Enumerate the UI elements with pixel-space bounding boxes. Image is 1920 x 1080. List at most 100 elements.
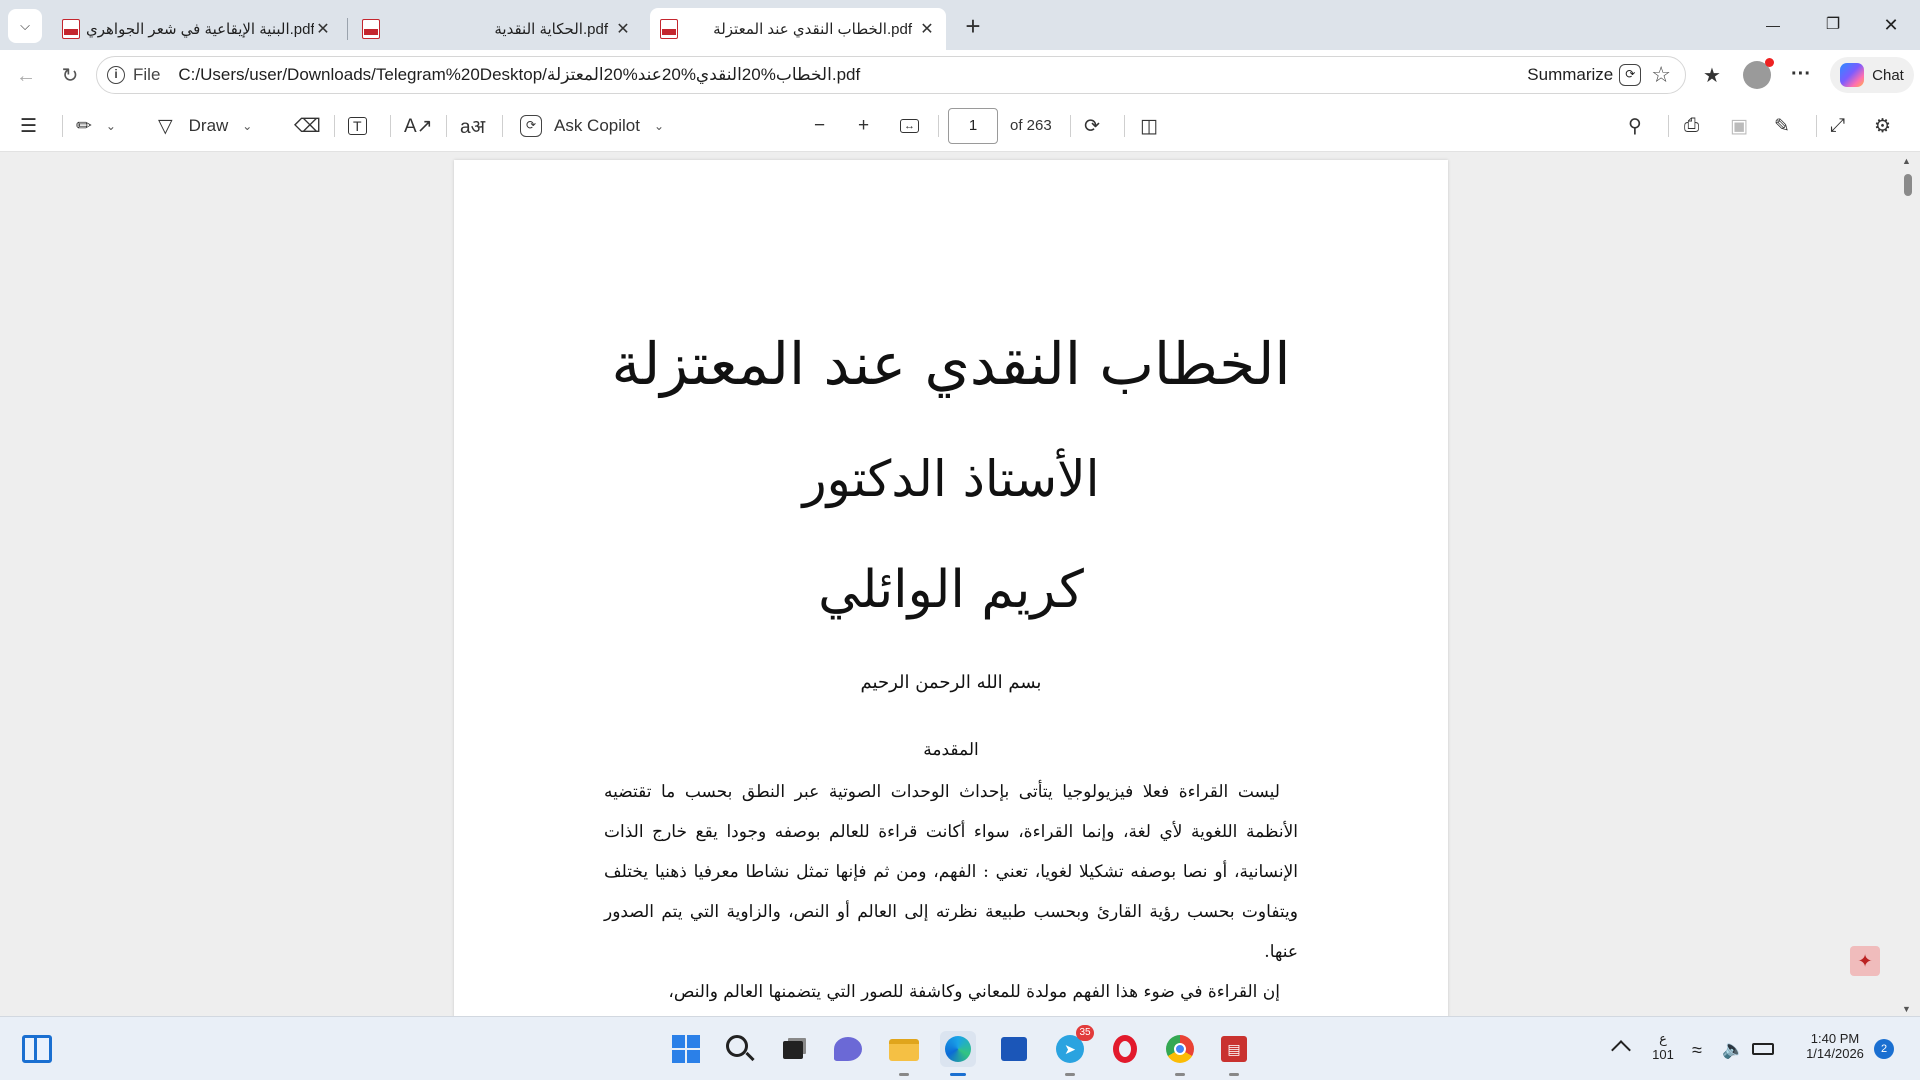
ask-copilot-button[interactable]: ⟳ Ask Copilot ⌄ bbox=[520, 112, 664, 140]
favorites-icon[interactable]: ★ bbox=[1697, 63, 1727, 88]
draw-button[interactable]: ▽ Draw ⌄ bbox=[158, 112, 252, 140]
info-icon[interactable]: i bbox=[107, 66, 125, 84]
clock[interactable]: 1:40 PM 1/14/2026 bbox=[1790, 1031, 1880, 1061]
paragraph: إن القراءة في ضوء هذا الفهم مولدة للمعان… bbox=[668, 982, 1280, 1002]
image-app-button[interactable]: ▤ bbox=[1216, 1031, 1252, 1076]
refresh-icon: ↻ bbox=[61, 65, 79, 87]
back-button[interactable]: ← bbox=[10, 60, 42, 92]
telegram-button[interactable]: ➤ 35 bbox=[1052, 1025, 1094, 1076]
zoom-in-button[interactable]: + bbox=[858, 112, 869, 140]
more-icon[interactable]: ··· bbox=[1786, 63, 1816, 86]
address-bar[interactable]: i File C:/Users/user/Downloads/Telegram%… bbox=[96, 56, 1686, 94]
store-icon bbox=[1001, 1037, 1027, 1061]
tab-actions-menu[interactable]: ⌵ bbox=[8, 9, 42, 43]
opera-button[interactable] bbox=[1107, 1031, 1143, 1067]
running-indicator bbox=[1065, 1073, 1075, 1076]
toolbar-separator bbox=[62, 115, 63, 137]
translate-button[interactable]: aअ bbox=[460, 112, 485, 140]
zoom-out-button[interactable]: − bbox=[814, 112, 825, 140]
pdf-viewer[interactable]: الخطاب النقدي عند المعتزلة الأستاذ الدكت… bbox=[0, 152, 1920, 1016]
tab-2[interactable]: الحكاية النقدية.pdf ✕ bbox=[352, 8, 642, 50]
running-indicator bbox=[950, 1073, 966, 1076]
toolbar-separator bbox=[334, 115, 335, 137]
store-button[interactable] bbox=[996, 1031, 1032, 1067]
close-tab-icon[interactable]: ✕ bbox=[918, 19, 936, 39]
rotate-icon: ⟳ bbox=[1084, 115, 1100, 137]
avatar[interactable] bbox=[1743, 58, 1774, 89]
copilot-outline-icon: ⟳ bbox=[1619, 64, 1642, 86]
quick-settings-button[interactable]: ≈ 🔈 bbox=[1690, 1031, 1780, 1067]
save-icon: ▣ bbox=[1730, 115, 1748, 137]
page-view-button[interactable]: ◫ bbox=[1140, 112, 1158, 140]
language-script: ع bbox=[1659, 1031, 1667, 1046]
refresh-button[interactable]: ↻ bbox=[54, 60, 86, 92]
url-text[interactable]: C:/Users/user/Downloads/Telegram%20Deskt… bbox=[178, 65, 1527, 85]
chevron-down-icon[interactable]: ⌄ bbox=[242, 119, 252, 133]
chrome-icon-center bbox=[1174, 1043, 1186, 1055]
chrome-button[interactable] bbox=[1162, 1031, 1198, 1076]
close-tab-icon[interactable]: ✕ bbox=[614, 19, 632, 39]
save-button[interactable]: ▣ bbox=[1730, 112, 1748, 140]
tab-separator bbox=[347, 18, 348, 40]
chat-button[interactable]: Chat bbox=[1830, 57, 1914, 93]
windows-icon bbox=[672, 1035, 700, 1063]
widgets-icon bbox=[22, 1035, 52, 1063]
save-as-button[interactable]: ✎ bbox=[1774, 112, 1790, 140]
text-box-icon: T bbox=[348, 117, 367, 135]
tab-title: البنية الإيقاعية في شعر الجواهري.pdf bbox=[86, 21, 314, 38]
author-name: كريم الوائلي bbox=[818, 560, 1084, 620]
highlight-button[interactable]: ✏ ⌄ bbox=[76, 112, 116, 140]
scrollbar-thumb[interactable] bbox=[1904, 174, 1912, 196]
add-text-button[interactable]: T bbox=[348, 112, 367, 140]
close-tab-icon[interactable]: ✕ bbox=[314, 19, 332, 39]
toolbar-separator bbox=[938, 115, 939, 137]
scroll-down-icon[interactable]: ▼ bbox=[1902, 1004, 1911, 1014]
show-hidden-icons-button[interactable] bbox=[1604, 1031, 1640, 1067]
chevron-down-icon[interactable]: ⌄ bbox=[654, 119, 664, 133]
erase-button[interactable]: ⌫ bbox=[294, 112, 321, 140]
fullscreen-button[interactable]: ⤢ bbox=[1830, 112, 1845, 140]
notification-count[interactable]: 2 bbox=[1874, 1039, 1894, 1059]
search-button[interactable]: ⚲ bbox=[1628, 112, 1642, 140]
restore-button[interactable]: ❐ bbox=[1810, 10, 1856, 40]
minimize-button[interactable]: — bbox=[1750, 10, 1796, 40]
summarize-button[interactable]: Summarize ⟳ bbox=[1527, 64, 1642, 86]
search-button[interactable] bbox=[722, 1031, 758, 1067]
scroll-up-icon[interactable]: ▲ bbox=[1902, 156, 1911, 166]
file-explorer-button[interactable] bbox=[886, 1031, 922, 1076]
translate-icon: aअ bbox=[460, 117, 486, 138]
vertical-scrollbar[interactable]: ▲ ▼ bbox=[1898, 152, 1916, 1016]
toolbar-separator bbox=[1816, 115, 1817, 137]
edge-button[interactable] bbox=[940, 1031, 976, 1076]
rotate-button[interactable]: ⟳ bbox=[1084, 112, 1100, 140]
read-aloud-button[interactable]: A↗ bbox=[404, 112, 433, 140]
print-button[interactable]: ⎙ bbox=[1684, 112, 1699, 140]
fit-width-button[interactable]: ↔ bbox=[900, 112, 919, 140]
chevron-down-icon[interactable]: ⌄ bbox=[106, 119, 116, 133]
widgets-button[interactable] bbox=[20, 1031, 56, 1067]
running-indicator bbox=[1175, 1073, 1185, 1076]
print-icon: ⎙ bbox=[1684, 115, 1700, 136]
opera-icon bbox=[1113, 1035, 1137, 1063]
contents-button[interactable]: ☰ bbox=[20, 112, 37, 140]
star-icon[interactable]: ☆ bbox=[1651, 62, 1671, 88]
close-window-button[interactable]: ✕ bbox=[1868, 10, 1914, 40]
teams-chat-button[interactable] bbox=[830, 1031, 866, 1067]
pen-icon: ▽ bbox=[158, 115, 173, 137]
new-tab-button[interactable]: + bbox=[958, 12, 988, 42]
read-aloud-icon: A↗ bbox=[404, 115, 433, 137]
acrobat-icon[interactable]: ✦ bbox=[1850, 946, 1880, 976]
language-code: 101 bbox=[1652, 1047, 1674, 1062]
tab-1[interactable]: البنية الإيقاعية في شعر الجواهري.pdf ✕ bbox=[52, 8, 342, 50]
author-prefix: الأستاذ الدكتور bbox=[802, 450, 1100, 508]
pdf-page: الخطاب النقدي عند المعتزلة الأستاذ الدكت… bbox=[454, 160, 1448, 1016]
tab-3-active[interactable]: الخطاب النقدي عند المعتزلة.pdf ✕ bbox=[650, 8, 946, 50]
page-number-input[interactable]: 1 bbox=[948, 108, 998, 144]
input-language-button[interactable]: ع 101 bbox=[1646, 1031, 1680, 1062]
start-button[interactable] bbox=[668, 1031, 704, 1067]
fullscreen-icon: ⤢ bbox=[1830, 115, 1846, 136]
document-body: ليست القراءة فعلا فيزيولوجيا يتأتى بإحدا… bbox=[604, 772, 1298, 1012]
task-view-button[interactable] bbox=[775, 1031, 811, 1067]
minus-icon: − bbox=[814, 115, 826, 136]
settings-button[interactable]: ⚙ bbox=[1874, 112, 1891, 140]
